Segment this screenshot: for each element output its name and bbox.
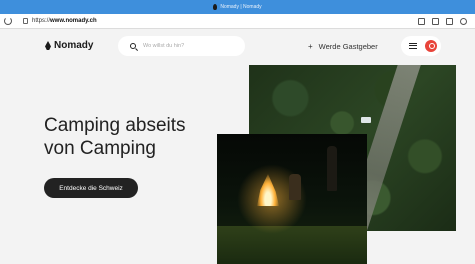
campfire-photo bbox=[217, 134, 367, 264]
reader-mode-icon[interactable] bbox=[418, 17, 425, 25]
extensions-icon[interactable] bbox=[446, 17, 453, 25]
nomady-favicon-icon bbox=[213, 4, 218, 10]
logo-text: Nomady bbox=[54, 40, 94, 51]
reload-icon[interactable] bbox=[4, 17, 12, 25]
sitting-person-silhouette bbox=[289, 174, 301, 200]
grass-shape bbox=[217, 226, 367, 264]
van-shape bbox=[361, 117, 371, 123]
window-titlebar: Nomady | Nomady bbox=[0, 0, 475, 14]
url-domain: www.nomady.ch bbox=[50, 18, 97, 24]
user-avatar-icon bbox=[425, 40, 437, 52]
user-menu-button[interactable] bbox=[401, 36, 441, 56]
explore-switzerland-button[interactable]: Entdecke die Schweiz bbox=[44, 178, 138, 198]
site-logo[interactable]: Nomady bbox=[45, 40, 93, 51]
page-content: Nomady Wo willst du hin? + Werde Gastgeb… bbox=[0, 30, 475, 264]
url-field[interactable]: https://www.nomady.ch bbox=[32, 18, 97, 24]
window-title: Nomady | Nomady bbox=[213, 4, 262, 10]
hamburger-menu-icon bbox=[409, 43, 417, 49]
hero-headline-line1: Camping abseits bbox=[44, 115, 186, 136]
nomady-logo-icon bbox=[45, 41, 51, 50]
lock-icon bbox=[23, 18, 28, 24]
hero-headline: Camping abseits von Camping bbox=[44, 114, 186, 160]
browser-address-bar: https://www.nomady.ch bbox=[0, 14, 475, 29]
become-host-link[interactable]: + Werde Gastgeber bbox=[308, 42, 378, 51]
search-icon bbox=[130, 43, 136, 49]
become-host-label: Werde Gastgeber bbox=[318, 42, 378, 51]
url-prefix: https:// bbox=[32, 18, 51, 24]
standing-person-silhouette bbox=[327, 146, 337, 191]
favorites-icon[interactable] bbox=[432, 17, 439, 25]
window-title-text: Nomady | Nomady bbox=[220, 4, 262, 10]
hero-headline-line2: von Camping bbox=[44, 138, 156, 159]
plus-icon: + bbox=[308, 42, 313, 51]
search-input[interactable]: Wo willst du hin? bbox=[118, 36, 245, 56]
browser-toolbar-icons bbox=[418, 17, 467, 25]
profile-icon[interactable] bbox=[460, 17, 467, 25]
search-placeholder: Wo willst du hin? bbox=[143, 43, 185, 49]
